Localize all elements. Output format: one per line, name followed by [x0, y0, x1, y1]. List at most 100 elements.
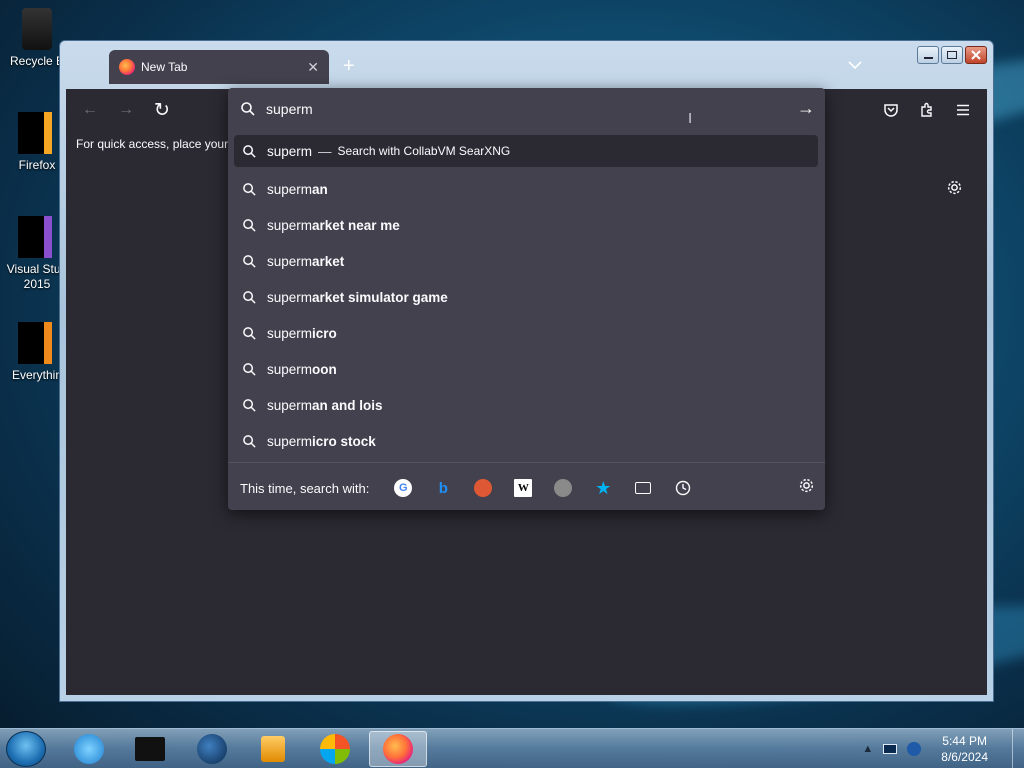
list-all-tabs-button[interactable]	[848, 57, 862, 73]
extensions-button[interactable]	[915, 98, 939, 122]
search-suggestion[interactable]: superm arket near me	[234, 207, 818, 243]
result-typed-text: superm	[267, 143, 313, 159]
app-menu-button[interactable]	[951, 98, 975, 122]
hamburger-menu-icon	[957, 104, 969, 116]
result-separator: —	[318, 143, 332, 159]
show-desktop-button[interactable]	[1012, 729, 1024, 768]
firefox-tab-icon	[119, 59, 135, 75]
tabs-search-button[interactable]	[623, 476, 663, 500]
clock[interactable]: 5:44 PM 8/6/2024	[941, 733, 988, 765]
search-icon	[242, 182, 258, 197]
urlbar-input-row[interactable]: superm	[228, 88, 825, 130]
search-icon	[242, 218, 258, 233]
maximize-button[interactable]	[941, 46, 963, 64]
suggestion-completion: oon	[312, 361, 337, 377]
system-tray: ▲ 5:44 PM 8/6/2024	[862, 729, 1024, 768]
suggestion-typed: superm	[267, 433, 313, 449]
suggestion-completion: arket simulator game	[312, 289, 448, 305]
taskbar-firefox[interactable]	[369, 731, 427, 767]
reload-button[interactable]: ↻	[150, 98, 174, 122]
taskbar-network[interactable]	[183, 731, 241, 767]
tab-close-icon[interactable]: ✕	[307, 59, 319, 76]
maximize-icon	[947, 51, 957, 59]
search-icon	[242, 434, 258, 449]
search-settings-button[interactable]	[798, 477, 815, 499]
minimize-button[interactable]	[917, 46, 939, 64]
engine-searxng-button[interactable]	[543, 476, 583, 500]
search-suggestion[interactable]: superm an and lois	[234, 387, 818, 423]
engine-duckduckgo-button[interactable]	[463, 476, 503, 500]
suggestion-completion: icro	[312, 325, 337, 341]
monitor-icon[interactable]	[883, 744, 898, 754]
urlbar-input[interactable]: superm	[266, 101, 313, 117]
taskbar-explorer[interactable]	[121, 731, 179, 767]
bookmarks-search-button[interactable]: ★	[583, 476, 623, 500]
urlbar-results: superm — Search with CollabVM SearXNG su…	[234, 135, 818, 459]
puzzle-icon	[921, 102, 932, 117]
suggestion-typed: superm	[267, 289, 313, 305]
search-suggestion[interactable]: superm oon	[234, 351, 818, 387]
star-icon: ★	[595, 477, 612, 498]
tabs-icon	[635, 482, 652, 494]
wikipedia-icon: W	[514, 479, 533, 497]
pocket-icon	[884, 104, 898, 117]
search-suggestion[interactable]: superm arket simulator game	[234, 279, 818, 315]
chevron-down-icon	[848, 61, 862, 70]
taskbar-media-player[interactable]	[244, 731, 302, 767]
firefox-icon	[383, 734, 413, 764]
start-button[interactable]	[6, 731, 46, 767]
urlbar-popup: superm I → superm — Search with CollabVM…	[228, 88, 825, 510]
clock-icon	[676, 480, 691, 496]
clock-time: 5:44 PM	[942, 734, 987, 748]
result-search-engine[interactable]: superm — Search with CollabVM SearXNG	[234, 135, 818, 167]
engine-google-button[interactable]: G	[383, 476, 423, 500]
suggestion-completion: arket	[312, 253, 345, 269]
show-hidden-icons-icon[interactable]: ▲	[862, 743, 873, 755]
suggestion-typed: superm	[267, 361, 313, 377]
search-suggestion[interactable]: superm icro stock	[234, 423, 818, 459]
minimize-icon	[923, 57, 933, 59]
search-suggestion[interactable]: superm arket	[234, 243, 818, 279]
engine-wikipedia-button[interactable]: W	[503, 476, 543, 500]
new-tab-button[interactable]: +	[343, 55, 355, 78]
search-icon	[242, 362, 258, 377]
duckduckgo-icon	[474, 479, 493, 497]
search-icon	[242, 398, 258, 413]
close-window-button[interactable]	[965, 46, 987, 64]
suggestion-completion: an	[312, 181, 328, 197]
everything-icon	[18, 322, 52, 364]
oneoff-divider	[228, 462, 825, 463]
taskbar-internet-explorer[interactable]	[60, 731, 118, 767]
internet-explorer-icon	[74, 734, 104, 764]
search-oneoffs: This time, search with: G b W ★	[240, 476, 815, 500]
suggestion-completion: an and lois	[312, 397, 383, 413]
close-icon	[971, 50, 981, 60]
suggestion-typed: superm	[267, 253, 313, 269]
engine-bing-button[interactable]: b	[423, 476, 463, 500]
search-icon	[242, 254, 258, 269]
suggestion-completion: arket near me	[312, 217, 400, 233]
suggestion-completion: icro stock	[312, 433, 376, 449]
oneoff-label: This time, search with:	[240, 480, 370, 496]
history-search-button[interactable]	[663, 476, 703, 500]
network-icon[interactable]	[907, 742, 922, 756]
visual-studio-icon	[18, 216, 52, 258]
go-button[interactable]: →	[797, 98, 815, 119]
folder-icon	[135, 737, 165, 761]
pocket-button[interactable]	[879, 98, 903, 122]
search-suggestion[interactable]: superm an	[234, 171, 818, 207]
suggestion-typed: superm	[267, 397, 313, 413]
tab-new-tab[interactable]: New Tab ✕	[109, 50, 329, 84]
suggestion-typed: superm	[267, 217, 313, 233]
result-action-text: Search with CollabVM SearXNG	[337, 144, 511, 158]
search-icon	[242, 144, 258, 159]
search-suggestion[interactable]: superm icro	[234, 315, 818, 351]
back-button[interactable]: ←	[78, 98, 102, 122]
forward-button[interactable]: →	[114, 98, 138, 122]
tab-title: New Tab	[141, 60, 188, 74]
search-icon	[241, 102, 255, 116]
suggestion-typed: superm	[267, 181, 313, 197]
taskbar-windows-logo[interactable]	[306, 731, 364, 767]
new-tab-settings-button[interactable]	[946, 179, 963, 201]
text-cursor-icon: I	[688, 110, 693, 127]
